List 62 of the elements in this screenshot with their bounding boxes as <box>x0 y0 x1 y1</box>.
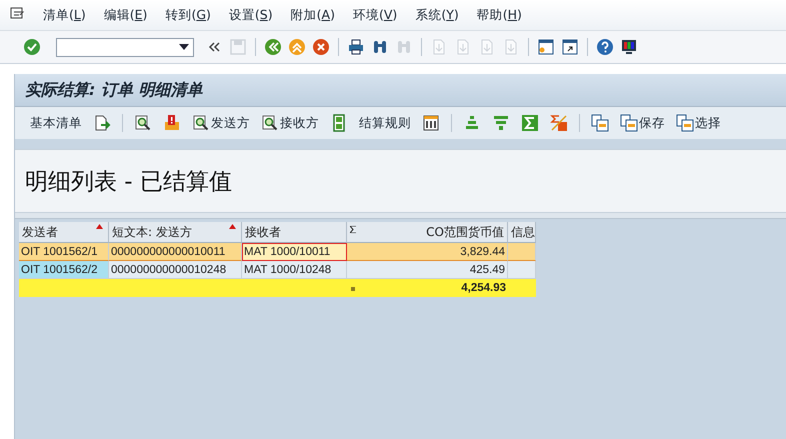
column-header[interactable]: 接收者 <box>242 222 347 243</box>
filter-icon <box>492 114 510 132</box>
menu-item[interactable]: 附加(A) <box>282 6 344 24</box>
toolbar-button[interactable]: 保存 <box>617 114 668 132</box>
column-header[interactable]: 信息 <box>508 222 536 243</box>
menu-item[interactable]: 转到(G) <box>156 6 220 24</box>
table-cell: 000000000000010011 <box>109 243 242 261</box>
dropdown-caret-icon[interactable] <box>179 44 189 50</box>
table-cell: OIT 1001562/1 <box>19 243 109 261</box>
toolbar-button[interactable] <box>536 37 556 57</box>
screen-title: 实际结算: 订单 明细清单 <box>25 80 203 100</box>
column-header[interactable]: CO范围货币值 <box>347 222 508 243</box>
menu-item[interactable]: 编辑(E) <box>94 6 156 24</box>
layout-icon <box>620 114 638 132</box>
sort-icon <box>463 114 481 132</box>
layout-icon <box>591 114 609 132</box>
magnifier-icon <box>192 114 210 132</box>
table-cell: 000000000000010248 <box>109 261 242 279</box>
toolbar-button[interactable] <box>595 37 615 57</box>
exit-icon <box>288 38 306 56</box>
command-field[interactable] <box>56 38 194 56</box>
toolbar-button[interactable]: 选择 <box>673 114 724 132</box>
shortcut-icon <box>561 38 579 56</box>
help-icon <box>596 38 614 56</box>
total-marker-icon <box>351 287 355 291</box>
magnifier-icon <box>261 114 279 132</box>
table-cell: 425.49 <box>347 261 508 279</box>
toolbar-button[interactable]: 基本清单 <box>27 114 85 132</box>
columns-icon <box>422 114 440 132</box>
monitor-icon <box>620 38 638 56</box>
cancel-icon <box>312 38 330 56</box>
toolbar-button[interactable]: 发送方 <box>189 114 253 132</box>
table-cell: MAT 1000/10248 <box>242 261 347 279</box>
column-header[interactable]: 发送者 <box>19 222 109 243</box>
menu-item[interactable]: 清单(L) <box>34 6 95 24</box>
menu-item[interactable]: 系统(Y) <box>406 6 468 24</box>
back-icon <box>264 38 282 56</box>
menu-item[interactable]: 环境(V) <box>344 6 406 24</box>
document-arrow-icon <box>93 114 111 132</box>
sort-ascending-icon <box>229 224 236 229</box>
magnifier-icon <box>134 114 152 132</box>
toolbar-button[interactable] <box>560 37 580 57</box>
column-header[interactable]: 短文本: 发送方 <box>109 222 242 243</box>
alert-icon <box>163 114 181 132</box>
menu-item[interactable]: 帮助(H) <box>468 6 531 24</box>
sort-ascending-icon <box>96 224 103 229</box>
toolbar-button[interactable]: 接收方 <box>258 114 322 132</box>
printer-icon <box>347 38 365 56</box>
toolbar-button[interactable]: 结算规则 <box>356 114 414 132</box>
layout-icon <box>676 114 694 132</box>
new-window-icon <box>537 38 555 56</box>
table-cell: OIT 1001562/2 <box>19 261 109 279</box>
sigma-icon <box>350 226 356 233</box>
table-cell: 3,829.44 <box>347 243 508 261</box>
menu-item[interactable]: 设置(S) <box>220 6 282 24</box>
list-heading: 明细列表 - 已结算值 <box>25 168 232 196</box>
total-value: 4,254.93 <box>347 279 508 297</box>
toolbar-button[interactable] <box>619 37 639 57</box>
sigma-icon <box>521 114 539 132</box>
checkmark-icon <box>23 38 41 56</box>
subtotal-icon <box>550 114 568 132</box>
table-cell: MAT 1000/10011 <box>242 243 347 261</box>
